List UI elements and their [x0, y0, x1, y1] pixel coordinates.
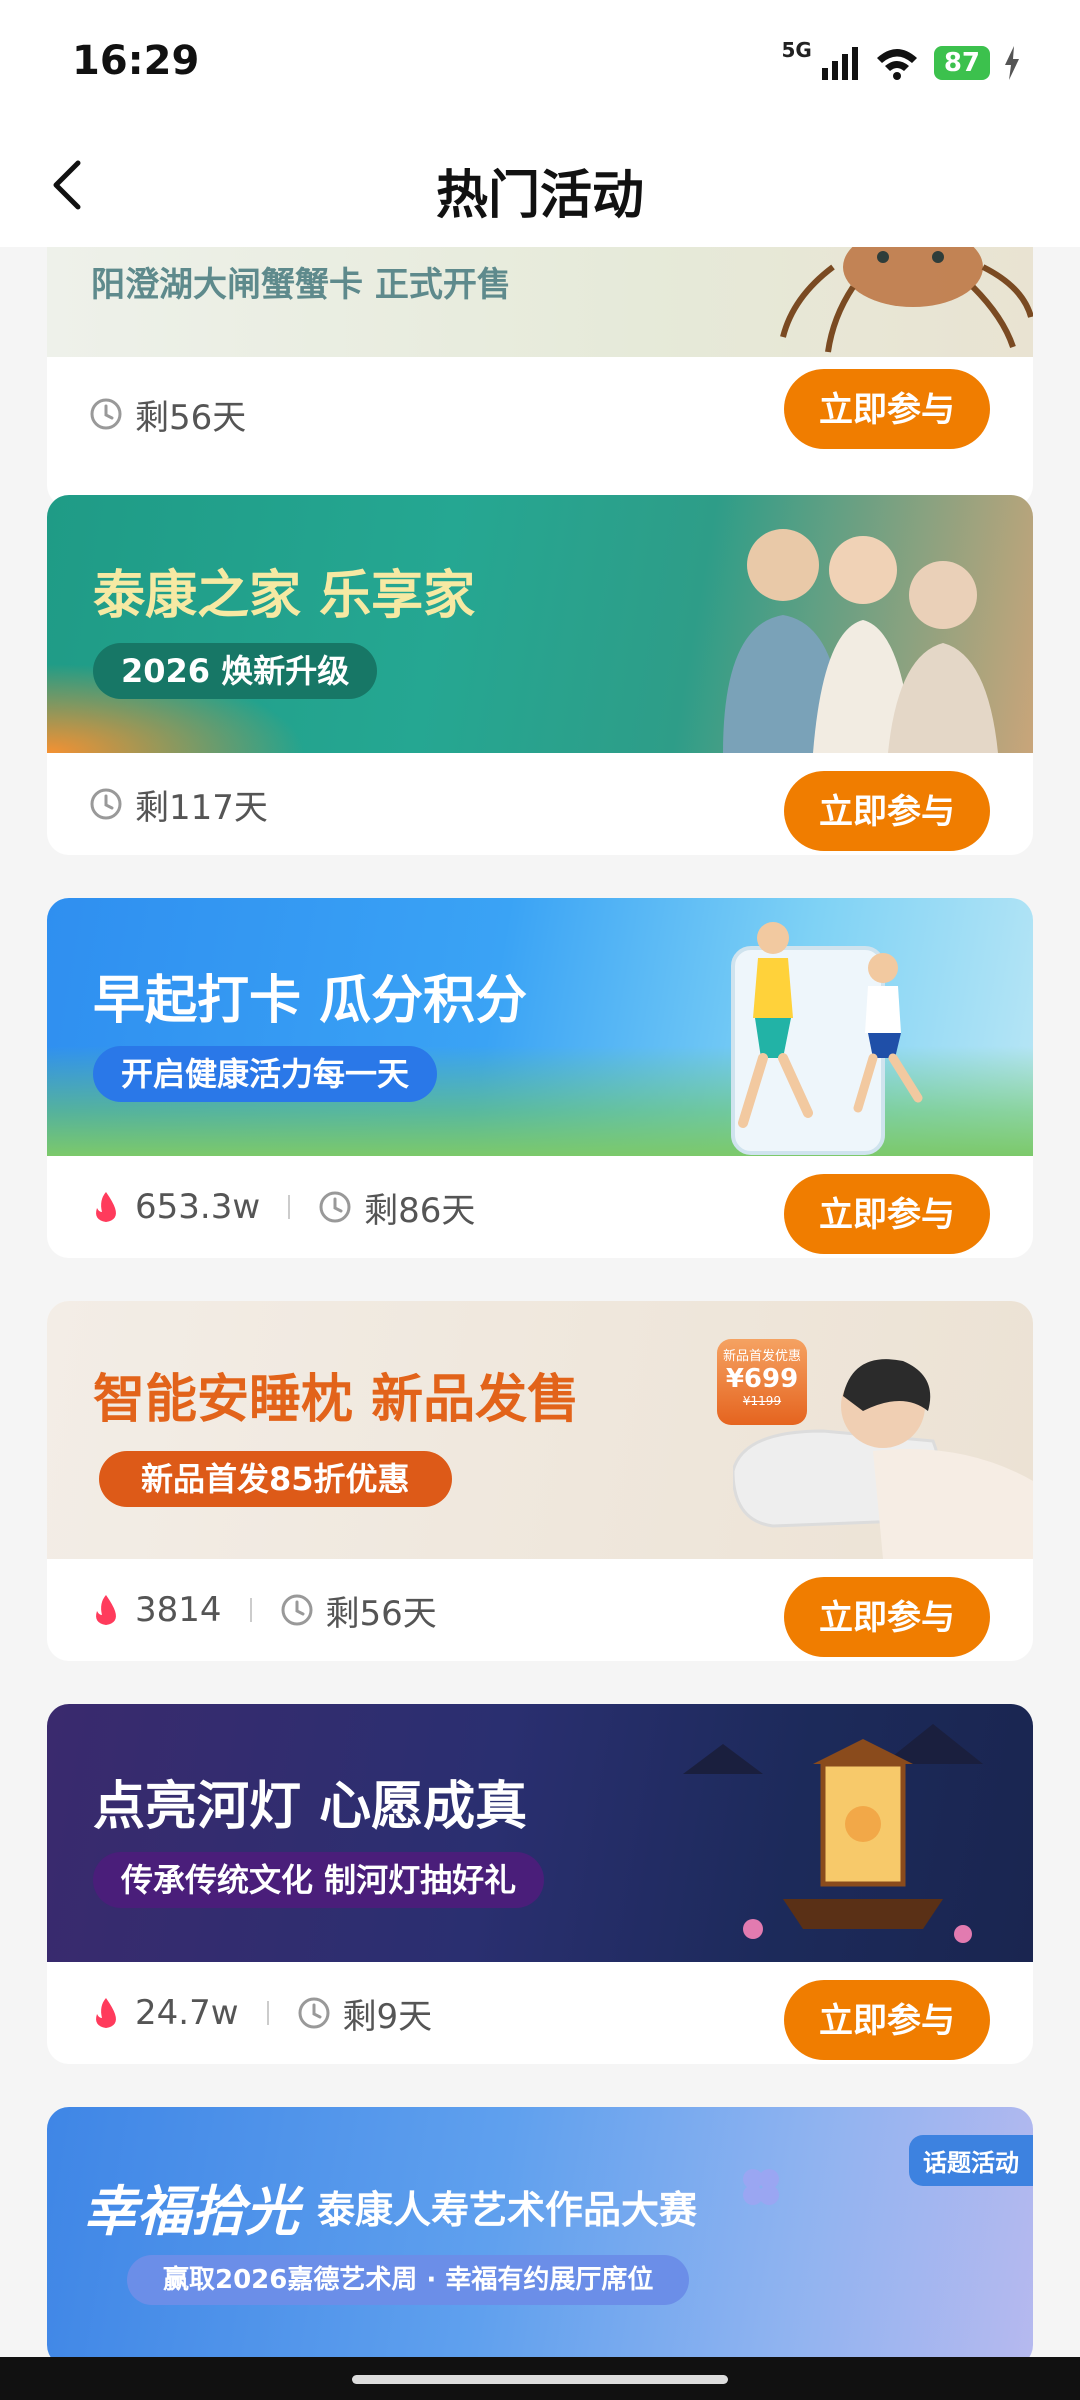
clock-icon — [90, 398, 122, 430]
banner-subtitle: 开启健康活力每一天 — [93, 1046, 438, 1102]
activity-card[interactable]: 智能安睡枕 新品发售 新品首发85折优惠 新品首发优惠 ¥699 ¥1199 3… — [47, 1301, 1033, 1661]
clock-icon — [319, 1191, 351, 1223]
banner-subtitle: 赢取2026嘉德艺术周 · 幸福有约展厅席位 — [127, 2255, 690, 2305]
status-bar: 16:29 5G 87 — [0, 0, 1080, 125]
home-indicator[interactable] — [352, 2375, 728, 2384]
card-meta: 3814 剩56天 — [89, 1559, 437, 1661]
banner-title: 泰康之家 乐享家 — [93, 566, 476, 626]
banner-title: 智能安睡枕 新品发售 — [93, 1370, 580, 1430]
remaining-text: 剩86天 — [364, 1190, 476, 1231]
banner-subtitle: 传承传统文化 制河灯抽好礼 — [93, 1852, 545, 1908]
status-icons: 5G 87 — [781, 38, 1020, 88]
heat-text: 24.7w — [135, 1993, 239, 2033]
family-photo — [723, 529, 998, 753]
remaining-text: 剩9天 — [342, 1996, 433, 2037]
remaining-days: 剩9天 — [297, 1989, 433, 2038]
heat-count: 653.3w — [89, 1187, 260, 1227]
remaining-text: 剩56天 — [325, 1593, 437, 1634]
heat-text: 653.3w — [135, 1187, 261, 1227]
wifi-icon — [876, 49, 917, 80]
remaining-text: 剩56天 — [135, 397, 247, 438]
meta-divider — [266, 2001, 269, 2025]
clock-icon — [281, 1594, 313, 1626]
card-footer: 24.7w 剩9天 立即参与 — [47, 1962, 1033, 2064]
activity-card[interactable]: 早起打卡 瓜分积分 开启健康活力每一天 653.3w 剩86天 立即参与 — [47, 898, 1033, 1258]
meta-divider — [288, 1195, 291, 1219]
activity-list[interactable]: 阳澄湖大闸蟹蟹卡 正式开售 剩56天 立即参与 泰康之家 乐享家 2026 焕新… — [0, 247, 1080, 2357]
signal-icon — [821, 47, 858, 80]
join-button[interactable]: 立即参与 — [784, 771, 990, 851]
pillow-product-image — [733, 1359, 1033, 1559]
navigation-bar: 热门活动 — [0, 125, 1080, 247]
card-footer: 剩117天 立即参与 — [47, 753, 1033, 855]
card-footer: 3814 剩56天 立即参与 — [47, 1559, 1033, 1661]
page-title: 热门活动 — [435, 166, 644, 226]
banner-subtitle: 新品首发85折优惠 — [99, 1451, 452, 1507]
river-lantern-illustration — [683, 1724, 983, 1943]
join-button[interactable]: 立即参与 — [784, 1980, 990, 2060]
flame-icon — [96, 1192, 116, 1222]
activity-banner[interactable]: 早起打卡 瓜分积分 开启健康活力每一天 — [47, 898, 1033, 1156]
card-footer: 剩56天 立即参与 — [47, 357, 1033, 507]
card-footer: 653.3w 剩86天 立即参与 — [47, 1156, 1033, 1258]
banner-title: 泰康人寿艺术作品大赛 — [317, 2188, 698, 2232]
system-navigation-bar — [0, 2357, 1080, 2400]
topic-tag: 话题活动 — [909, 2135, 1033, 2186]
banner-title: 早起打卡 瓜分积分 — [93, 971, 528, 1031]
heat-text: 3814 — [135, 1590, 222, 1630]
heat-count: 3814 — [89, 1590, 222, 1630]
charging-icon — [1005, 46, 1019, 80]
activity-banner[interactable]: 话题活动 幸福拾光 泰康人寿艺术作品大赛 赢取2026嘉德艺术周 · 幸福有约展… — [47, 2107, 1033, 2357]
status-time: 16:29 — [72, 38, 200, 84]
network-type: 5G — [781, 38, 812, 62]
remaining-days: 剩56天 — [280, 1586, 437, 1635]
join-button[interactable]: 立即参与 — [784, 1577, 990, 1657]
meta-divider — [249, 1598, 252, 1622]
banner-title: 点亮河灯 心愿成真 — [93, 1777, 528, 1837]
activity-card[interactable]: 话题活动 幸福拾光 泰康人寿艺术作品大赛 赢取2026嘉德艺术周 · 幸福有约展… — [47, 2107, 1033, 2357]
runners-illustration — [731, 922, 923, 1155]
remaining-text: 剩117天 — [135, 787, 268, 828]
banner-text: 阳澄湖大闸蟹蟹卡 正式开售 — [91, 265, 511, 305]
activity-card[interactable]: 阳澄湖大闸蟹蟹卡 正式开售 剩56天 立即参与 — [47, 247, 1033, 507]
card-meta: 653.3w 剩86天 — [89, 1156, 475, 1258]
card-meta: 24.7w 剩9天 — [89, 1962, 432, 2064]
remaining-days: 剩117天 — [89, 780, 268, 829]
clover-icon — [743, 2169, 779, 2205]
flame-icon — [96, 1595, 116, 1625]
remaining-days: 剩86天 — [318, 1183, 475, 1232]
join-button[interactable]: 立即参与 — [784, 369, 990, 449]
clock-icon — [298, 1997, 330, 2029]
battery-icon: 87 — [933, 46, 990, 80]
card-meta: 剩117天 — [89, 753, 268, 855]
join-button[interactable]: 立即参与 — [784, 1174, 990, 1254]
banner-subtitle: 2026 焕新升级 — [93, 643, 378, 699]
heat-count: 24.7w — [89, 1993, 239, 2033]
activity-banner[interactable]: 阳澄湖大闸蟹蟹卡 正式开售 — [47, 247, 1033, 357]
crab-illustration — [780, 247, 1033, 353]
card-meta: 剩56天 — [89, 363, 246, 465]
clock-icon — [90, 788, 122, 820]
activity-card[interactable]: 泰康之家 乐享家 2026 焕新升级 剩117天 立即参与 — [47, 495, 1033, 855]
activity-card[interactable]: 点亮河灯 心愿成真 传承传统文化 制河灯抽好礼 24.7w 剩9天 立即参与 — [47, 1704, 1033, 2064]
activity-banner[interactable]: 点亮河灯 心愿成真 传承传统文化 制河灯抽好礼 — [47, 1704, 1033, 1962]
remaining-days: 剩56天 — [89, 390, 246, 439]
banner-script-title: 幸福拾光 — [83, 2179, 299, 2243]
activity-banner[interactable]: 智能安睡枕 新品发售 新品首发85折优惠 新品首发优惠 ¥699 ¥1199 — [47, 1301, 1033, 1559]
activity-banner[interactable]: 泰康之家 乐享家 2026 焕新升级 — [47, 495, 1033, 753]
flame-icon — [96, 1998, 116, 2028]
